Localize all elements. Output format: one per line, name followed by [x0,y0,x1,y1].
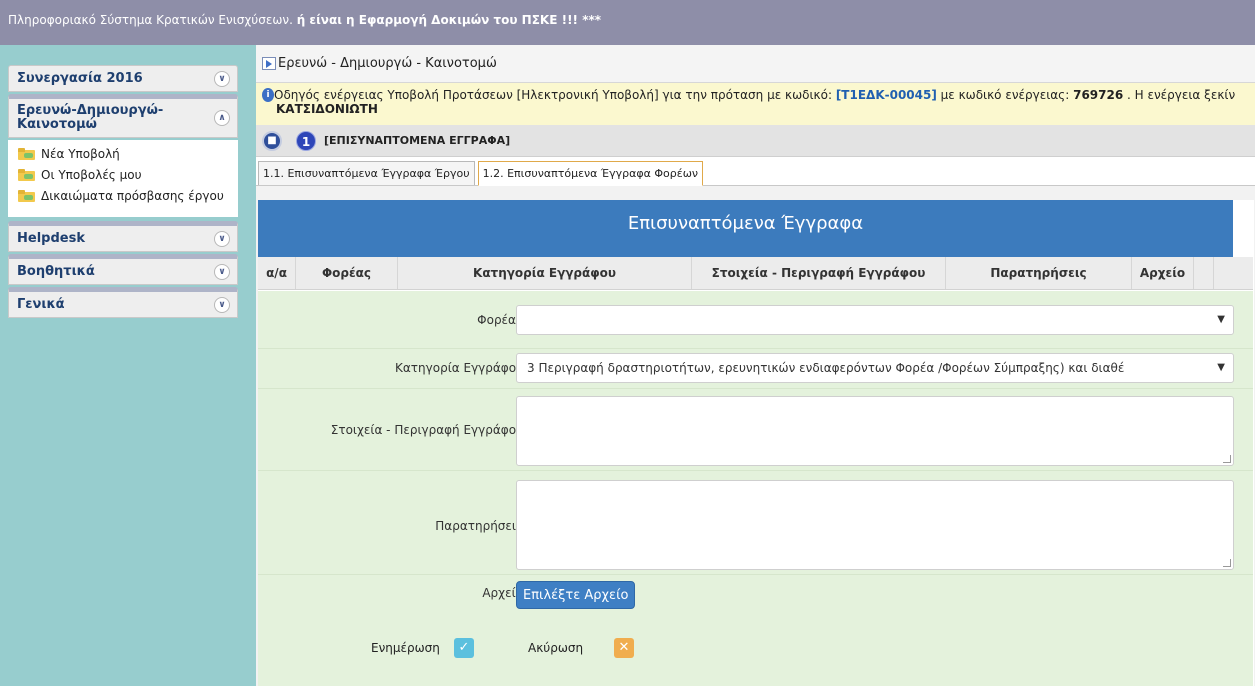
column-header-aa: α/α [258,257,296,289]
proposal-code: [Τ1ΕΔΚ-00045] [835,88,937,102]
column-header-file: Αρχείο [1132,257,1194,289]
sidebar-section-genika[interactable]: Γενικά ∨ [8,287,238,318]
sidebar-section-erevno[interactable]: Ερευνώ-Δημιουργώ-Καινοτομώ ∧ [8,94,238,138]
notes-label: Παρατηρήσεις [435,519,523,533]
folder-icon [18,148,35,160]
sidebar-section-voithitika[interactable]: Βοηθητικά ∨ [8,254,238,285]
resize-handle-icon[interactable] [1223,455,1231,463]
sidebar-menu: Νέα Υποβολή Οι Υποβολές μου Δικαιώματα π… [8,140,238,217]
details-label: Στοιχεία - Περιγραφή Εγγράφου [330,423,523,437]
info-text: με κωδικό ενέργειας: [936,88,1074,102]
category-label: Κατηγορία Εγγράφου [395,361,523,375]
caret-down-icon: ▼ [1217,314,1225,325]
step-title: [ΕΠΙΣΥΝΑΠΤΟΜΕΝΑ ΕΓΓΡΑΦΑ] [324,134,511,147]
play-icon [262,57,276,70]
sidebar-section-label: Ερευνώ-Δημιουργώ-Καινοτομώ [17,103,164,132]
app-title: Πληροφοριακό Σύστημα Κρατικών Ενισχύσεων… [8,13,297,27]
update-label: Ενημέρωση [371,641,440,655]
form-row-actions: Ενημέρωση ✓ Ακύρωση ✕ [258,629,1253,673]
foreas-select[interactable]: ▼ [516,305,1234,335]
chevron-down-icon[interactable]: ∨ [214,263,230,280]
document-form: Φορέας ▼ Κατηγορία Εγγράφου 3 Περιγραφή … [258,291,1253,686]
choose-file-button[interactable]: Επιλέξτε Αρχείο [516,581,636,609]
info-banner: i Οδηγός ενέργειας Υποβολή Προτάσεων [Ηλε… [256,83,1255,125]
sidebar-section-synergasia[interactable]: Συνεργασία 2016 ∨ [8,65,238,92]
column-header-details: Στοιχεία - Περιγραφή Εγγράφου [692,257,946,289]
action-code: 769726 [1073,88,1124,102]
sidebar-item-my-submissions[interactable]: Οι Υποβολές μου [18,165,232,186]
sidebar-item-label: Νέα Υποβολή [41,147,120,161]
tab-bar: 1.1. Επισυναπτόμενα Έγγραφα Έργου 1.2. Ε… [256,157,1255,186]
chevron-down-icon[interactable]: ∨ [214,70,230,87]
table-header: α/α Φορέας Κατηγορία Εγγράφου Στοιχεία -… [258,257,1253,290]
form-row-notes: Παρατηρήσεις [258,471,1253,575]
sidebar-section-label: Βοηθητικά [17,264,95,279]
resize-handle-icon[interactable] [1223,559,1231,567]
details-textarea[interactable] [516,396,1234,466]
breadcrumb-label[interactable]: Ερευνώ - Δημιουργώ - Καινοτομώ [278,56,497,71]
cancel-label: Ακύρωση [528,641,584,655]
info-name: ΚΑΤΣΙΔΟΝΙΩΤΗ [276,102,378,116]
column-header-notes: Παρατηρήσεις [946,257,1132,289]
sidebar-item-label: Οι Υποβολές μου [41,168,142,182]
info-icon: i [262,88,274,102]
chevron-up-icon[interactable]: ∧ [214,110,230,126]
form-row-details: Στοιχεία - Περιγραφή Εγγράφου [258,389,1253,471]
info-text: . Η ενέργεια ξεκίν [1123,88,1236,102]
sidebar-section-label: Συνεργασία 2016 [17,71,143,86]
app-title-bar: Πληροφοριακό Σύστημα Κρατικών Ενισχύσεων… [0,0,1255,45]
step-number: 1 [296,130,316,151]
column-header-category: Κατηγορία Εγγράφου [398,257,692,289]
sidebar-item-access-rights[interactable]: Δικαιώματα πρόσβασης έργου [18,186,232,207]
column-header-foreas: Φορέας [296,257,398,289]
sidebar-item-label: Δικαιώματα πρόσβασης έργου [41,189,224,203]
app-test-notice: ή είναι η Εφαρμογή Δοκιμών του ΠΣΚΕ !!! … [296,13,602,27]
folder-icon [18,169,35,181]
tab-entity-documents[interactable]: 1.2. Επισυναπτόμενα Έγγραφα Φορέων [477,161,704,186]
cancel-button[interactable]: ✕ [614,638,634,658]
documents-panel: Επισυναπτόμενα Έγγραφα α/α Φορέας Κατηγο… [258,200,1254,686]
panel-title: Επισυναπτόμενα Έγγραφα [258,200,1233,257]
chevron-down-icon[interactable]: ∨ [214,230,230,247]
form-row-file: Αρχείο Επιλέξτε Αρχείο [258,575,1253,619]
info-text: Οδηγός ενέργειας Υποβολή Προτάσεων [Ηλεκ… [274,88,836,102]
sidebar-item-new-submission[interactable]: Νέα Υποβολή [18,144,232,165]
sidebar-section-label: Γενικά [17,297,65,312]
step-bar: ■ 1 [ΕΠΙΣΥΝΑΠΤΟΜΕΝΑ ΕΓΓΡΑΦΑ] [256,125,1255,157]
breadcrumb: Ερευνώ - Δημιουργώ - Καινοτομώ [256,45,1255,83]
sidebar-section-helpdesk[interactable]: Helpdesk ∨ [8,221,238,252]
chevron-down-icon[interactable]: ∨ [214,296,230,313]
form-row-foreas: Φορέας ▼ [258,291,1253,349]
notes-textarea[interactable] [516,480,1234,570]
column-header-empty [1194,257,1214,289]
update-button[interactable]: ✓ [454,638,474,658]
main-content: Ερευνώ - Δημιουργώ - Καινοτομώ i Οδηγός ε… [256,45,1255,686]
sidebar: Συνεργασία 2016 ∨ Ερευνώ-Δημιουργώ-Καινο… [0,45,256,686]
lock-icon[interactable]: ■ [262,130,282,151]
category-value: 3 Περιγραφή δραστηριοτήτων, ερευνητικών … [527,361,1125,375]
category-select[interactable]: 3 Περιγραφή δραστηριοτήτων, ερευνητικών … [516,353,1234,383]
sidebar-section-label: Helpdesk [17,231,85,246]
tab-project-documents[interactable]: 1.1. Επισυναπτόμενα Έγγραφα Έργου [258,161,475,185]
folder-icon [18,190,35,202]
form-row-category: Κατηγορία Εγγράφου 3 Περιγραφή δραστηριο… [258,349,1253,389]
caret-down-icon: ▼ [1217,362,1225,373]
